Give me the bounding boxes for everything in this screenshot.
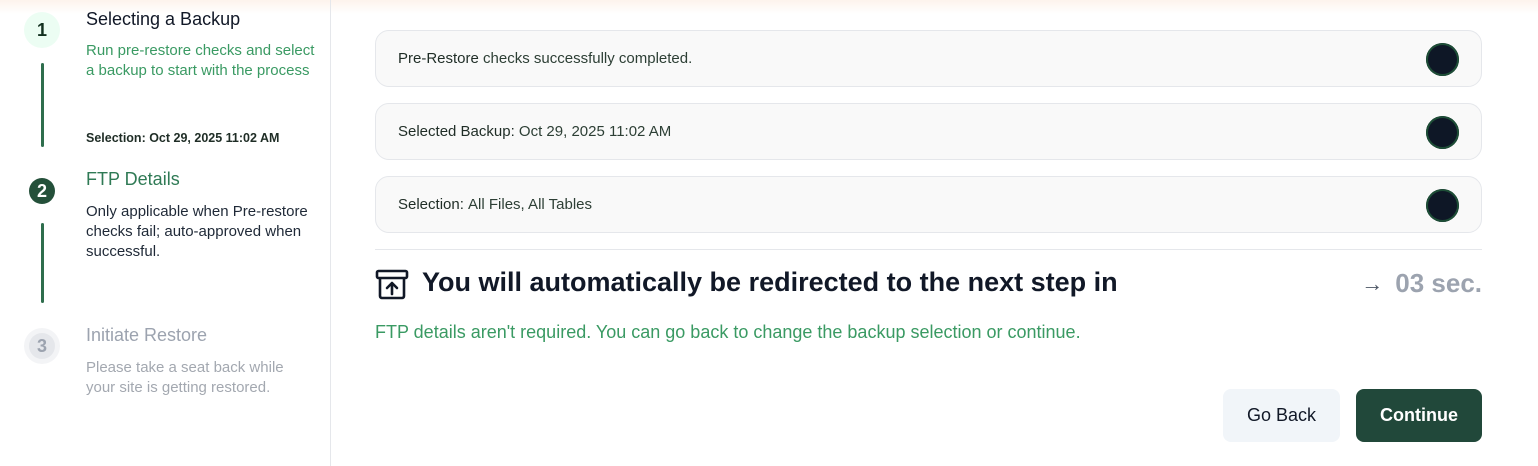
step-1-description: Run pre-restore checks and select a back…	[86, 42, 315, 79]
redirect-banner: You will automatically be redirected to …	[375, 264, 1482, 304]
step-1-selection: Selection: Oct 29, 2025 11:02 AM	[86, 131, 280, 145]
divider	[375, 249, 1482, 250]
status-text: All Files, All Tables	[468, 196, 592, 213]
step-3-title: Initiate Restore	[86, 325, 208, 345]
arrow-right-icon: →	[1361, 270, 1384, 296]
status-label: Selection:	[398, 196, 464, 213]
step-1-indicator: 1	[24, 12, 60, 48]
status-text: Oct 29, 2025 11:02 AM	[518, 123, 672, 140]
status-indicator-dot	[1426, 43, 1459, 76]
go-back-button[interactable]: Go Back	[1223, 389, 1340, 442]
continue-button[interactable]: Continue	[1356, 389, 1482, 442]
status-card-pre-restore: Pre-Restore checks successfully complete…	[375, 30, 1482, 87]
restore-steps-sidebar: 1 Selecting a Backup Run pre-restore che…	[0, 0, 331, 466]
step-2-title: FTP Details	[86, 169, 180, 189]
step-1-title: Selecting a Backup	[86, 9, 241, 29]
step-3-indicator: 3	[24, 328, 60, 364]
step-2-number: 2	[29, 178, 55, 204]
countdown: → 03 sec.	[1361, 268, 1482, 299]
step-3-description: Please take a seat back while your site …	[86, 359, 284, 396]
status-text: checks successfully completed.	[483, 50, 693, 67]
status-indicator-dot	[1426, 116, 1459, 149]
status-card-selected-backup: Selected Backup: Oct 29, 2025 11:02 AM	[375, 103, 1482, 160]
step-1-number: 1	[36, 19, 47, 40]
status-card-selection: Selection: All Files, All Tables	[375, 176, 1482, 233]
redirect-message: You will automatically be redirected to …	[422, 267, 1118, 297]
status-label: Pre-Restore	[398, 50, 479, 67]
status-label: Selected Backup:	[398, 123, 515, 140]
step-2-description: Only applicable when Pre-restore checks …	[86, 203, 308, 260]
status-indicator-dot	[1426, 189, 1459, 222]
step-2-indicator: 2	[24, 173, 60, 209]
countdown-value: 03 sec.	[1395, 268, 1482, 298]
ftp-note: FTP details aren't required. You can go …	[375, 322, 1081, 342]
step-2-connector	[41, 223, 44, 303]
step-1-connector	[41, 63, 44, 147]
step-3-number: 3	[29, 333, 55, 359]
archive-upload-icon	[375, 269, 409, 300]
